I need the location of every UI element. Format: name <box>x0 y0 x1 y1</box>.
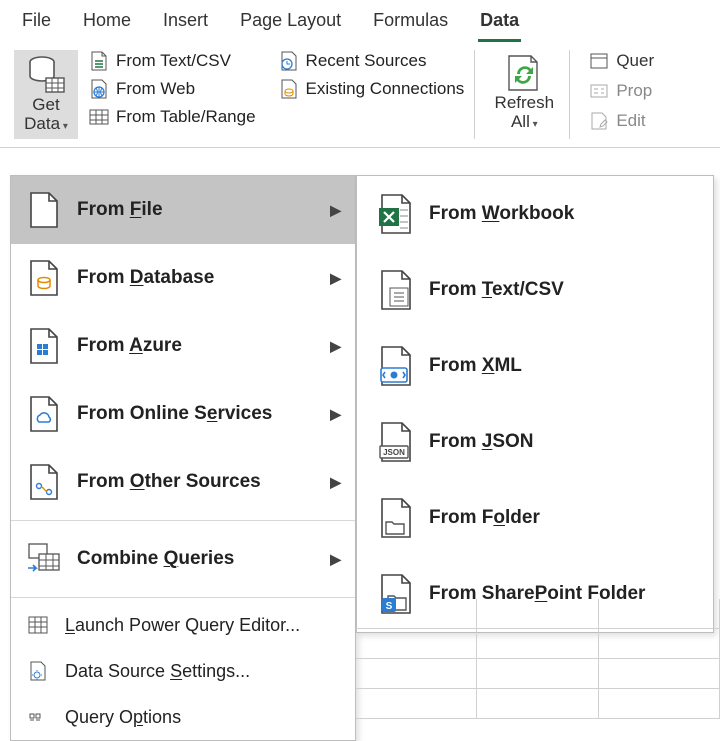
properties-label: Prop <box>616 81 652 101</box>
ribbon: Get Data From Text/CSV From Web From Tab… <box>0 42 720 148</box>
queries-icon <box>588 50 610 72</box>
other-sources-icon <box>25 462 63 502</box>
menu-settings-label: Data Source Settings... <box>65 661 250 682</box>
submenu-workbook-label: From Workbook <box>429 203 574 225</box>
ribbon-tabs: File Home Insert Page Layout Formulas Da… <box>0 0 720 42</box>
from-web-button[interactable]: From Web <box>88 78 256 100</box>
submenu-from-json[interactable]: JSON From JSON <box>357 404 713 480</box>
textcsv-icon <box>375 268 415 312</box>
cloud-icon <box>25 394 63 434</box>
submenu-from-textcsv[interactable]: From Text/CSV <box>357 252 713 328</box>
recent-sources-button[interactable]: Recent Sources <box>278 50 465 72</box>
menu-launch-label: Launch Power Query Editor... <box>65 615 300 636</box>
from-table-button[interactable]: From Table/Range <box>88 106 256 128</box>
file-text-icon <box>88 50 110 72</box>
properties-button[interactable]: Prop <box>588 80 654 102</box>
globe-icon <box>88 78 110 100</box>
menu-from-other[interactable]: From Other Sources ▶ <box>11 448 355 516</box>
menu-from-database[interactable]: From Database ▶ <box>11 244 355 312</box>
submenu-from-folder[interactable]: From Folder <box>357 480 713 556</box>
xml-icon <box>375 344 415 388</box>
menu-from-file-label: From File <box>77 199 163 221</box>
chevron-right-icon: ▶ <box>330 406 341 423</box>
json-icon: JSON <box>375 420 415 464</box>
menu-combine-label: Combine Queries <box>77 548 234 570</box>
menu-options-label: Query Options <box>65 707 181 728</box>
file-icon <box>25 190 63 230</box>
combine-icon <box>25 539 63 579</box>
edit-links-button[interactable]: Edit <box>588 110 654 132</box>
tab-insert[interactable]: Insert <box>161 6 210 42</box>
database-icon <box>26 54 66 94</box>
gear-file-icon <box>25 658 51 684</box>
tab-pagelayout[interactable]: Page Layout <box>238 6 343 42</box>
queries-button[interactable]: Quer <box>588 50 654 72</box>
azure-icon <box>25 326 63 366</box>
menu-data-source-settings[interactable]: Data Source Settings... <box>11 648 355 694</box>
get-data-label: Get Data <box>24 96 68 133</box>
table-icon <box>88 106 110 128</box>
menu-from-azure-label: From Azure <box>77 335 182 357</box>
queries-label: Quer <box>616 51 654 71</box>
properties-icon <box>588 80 610 102</box>
menu-separator <box>11 597 355 598</box>
chevron-right-icon: ▶ <box>330 551 341 568</box>
from-textcsv-label: From Text/CSV <box>116 51 231 71</box>
refresh-icon <box>503 52 545 94</box>
get-data-button[interactable]: Get Data <box>14 50 78 139</box>
from-file-submenu: From Workbook From Text/CSV From XML JSO… <box>356 175 714 633</box>
menu-query-options[interactable]: Query Options <box>11 694 355 740</box>
table-icon <box>25 612 51 638</box>
excel-icon <box>375 192 415 236</box>
spreadsheet-grid[interactable] <box>356 599 720 735</box>
submenu-xml-label: From XML <box>429 355 522 377</box>
menu-from-database-label: From Database <box>77 267 214 289</box>
chevron-right-icon: ▶ <box>330 474 341 491</box>
submenu-from-workbook[interactable]: From Workbook <box>357 176 713 252</box>
from-table-label: From Table/Range <box>116 107 256 127</box>
chevron-right-icon: ▶ <box>330 338 341 355</box>
refresh-all-button[interactable]: Refresh All <box>489 50 559 139</box>
get-data-menu: From File ▶ From Database ▶ From Azure ▶… <box>10 175 356 741</box>
options-icon <box>25 704 51 730</box>
svg-text:JSON: JSON <box>383 448 405 457</box>
edit-icon <box>588 110 610 132</box>
menu-from-online-label: From Online Services <box>77 403 272 425</box>
tab-data[interactable]: Data <box>478 6 521 42</box>
folder-icon <box>375 496 415 540</box>
menu-separator <box>11 520 355 521</box>
database-file-icon <box>25 258 63 298</box>
from-web-label: From Web <box>116 79 195 99</box>
tab-formulas[interactable]: Formulas <box>371 6 450 42</box>
existing-connections-button[interactable]: Existing Connections <box>278 78 465 100</box>
submenu-folder-label: From Folder <box>429 507 540 529</box>
submenu-json-label: From JSON <box>429 431 534 453</box>
from-textcsv-button[interactable]: From Text/CSV <box>88 50 256 72</box>
menu-launch-pqe[interactable]: Launch Power Query Editor... <box>11 602 355 648</box>
refresh-all-label: Refresh All <box>495 94 555 131</box>
menu-from-azure[interactable]: From Azure ▶ <box>11 312 355 380</box>
existing-connections-label: Existing Connections <box>306 79 465 99</box>
connection-icon <box>278 78 300 100</box>
tab-home[interactable]: Home <box>81 6 133 42</box>
clock-icon <box>278 50 300 72</box>
tab-file[interactable]: File <box>20 6 53 42</box>
menu-from-other-label: From Other Sources <box>77 471 261 493</box>
submenu-from-xml[interactable]: From XML <box>357 328 713 404</box>
chevron-right-icon: ▶ <box>330 202 341 219</box>
submenu-textcsv-label: From Text/CSV <box>429 279 564 301</box>
edit-links-label: Edit <box>616 111 645 131</box>
menu-from-online[interactable]: From Online Services ▶ <box>11 380 355 448</box>
menu-combine-queries[interactable]: Combine Queries ▶ <box>11 525 355 593</box>
chevron-right-icon: ▶ <box>330 270 341 287</box>
recent-sources-label: Recent Sources <box>306 51 427 71</box>
menu-from-file[interactable]: From File ▶ <box>11 176 355 244</box>
